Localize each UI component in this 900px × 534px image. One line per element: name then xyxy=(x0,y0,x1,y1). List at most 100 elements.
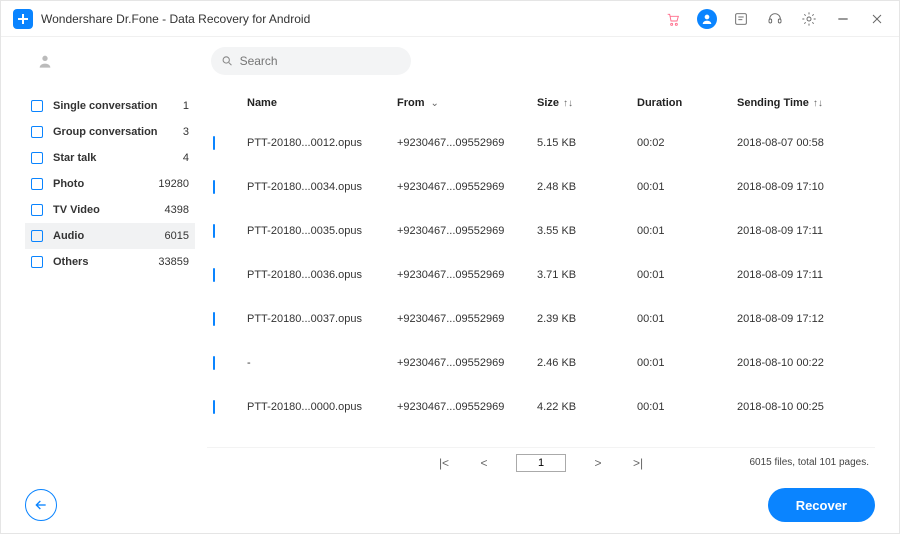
row-checkbox[interactable] xyxy=(213,224,215,238)
col-header-from[interactable]: From ⌄ xyxy=(397,97,537,109)
checkbox[interactable] xyxy=(31,256,43,268)
col-header-size-label: Size xyxy=(537,97,559,109)
sidebar-item-audio[interactable]: Audio 6015 xyxy=(25,223,195,249)
sort-icon: ↑↓ xyxy=(813,98,823,109)
cell-duration: 00:01 xyxy=(637,181,737,193)
titlebar: Wondershare Dr.Fone - Data Recovery for … xyxy=(1,1,899,37)
row-checkbox[interactable] xyxy=(213,268,215,282)
sidebar-item-star-talk[interactable]: Star talk 4 xyxy=(25,145,195,171)
sidebar-item-count: 19280 xyxy=(158,178,189,190)
sidebar-item-photo[interactable]: Photo 19280 xyxy=(25,171,195,197)
cell-from: +9230467...09552969 xyxy=(397,401,537,413)
checkbox[interactable] xyxy=(31,126,43,138)
pager-page-input[interactable] xyxy=(516,454,566,472)
sidebar-item-count: 1 xyxy=(183,100,189,112)
titlebar-icons xyxy=(663,9,887,29)
cell-duration: 00:01 xyxy=(637,269,737,281)
footer: Recover xyxy=(1,477,899,533)
cell-name: PTT-20180...0012.opus xyxy=(247,137,397,149)
cart-icon[interactable] xyxy=(663,9,683,29)
table-row[interactable]: PTT-20180...0000.opus +9230467...0955296… xyxy=(207,385,875,429)
sidebar-item-tv-video[interactable]: TV Video 4398 xyxy=(25,197,195,223)
col-header-time-label: Sending Time xyxy=(737,97,809,109)
row-checkbox[interactable] xyxy=(213,400,215,414)
pager-first-icon[interactable]: |< xyxy=(436,456,452,470)
table-row[interactable]: PTT-20180...0012.opus +9230467...0955296… xyxy=(207,121,875,165)
sidebar-item-others[interactable]: Others 33859 xyxy=(25,249,195,275)
cell-sending-time: 2018-08-07 00:58 xyxy=(737,137,869,149)
checkbox[interactable] xyxy=(31,178,43,190)
pager: |< < > >| 6015 files, total 101 pages. xyxy=(207,447,875,477)
col-header-from-label: From xyxy=(397,97,425,109)
table-row[interactable]: - +9230467...09552969 2.46 KB 00:01 2018… xyxy=(207,341,875,385)
col-header-sending-time[interactable]: Sending Time ↑↓ xyxy=(737,97,869,109)
search-icon xyxy=(221,54,234,68)
table-header: Name From ⌄ Size ↑↓ Duration Sending Tim… xyxy=(207,85,875,121)
sidebar-item-count: 3 xyxy=(183,126,189,138)
profile-icon[interactable] xyxy=(35,51,55,71)
sidebar-item-label: Photo xyxy=(53,178,158,190)
cell-from: +9230467...09552969 xyxy=(397,137,537,149)
search-input[interactable] xyxy=(240,54,401,68)
pager-last-icon[interactable]: >| xyxy=(630,456,646,470)
cell-name: PTT-20180...0037.opus xyxy=(247,313,397,325)
cell-size: 2.39 KB xyxy=(537,313,637,325)
checkbox[interactable] xyxy=(31,152,43,164)
pager-prev-icon[interactable]: < xyxy=(476,456,492,470)
cell-name: PTT-20180...0035.opus xyxy=(247,225,397,237)
row-checkbox[interactable] xyxy=(213,356,215,370)
toolbar-row xyxy=(1,37,899,85)
back-button[interactable] xyxy=(25,489,57,521)
table-row[interactable]: PTT-20180...0035.opus +9230467...0955296… xyxy=(207,209,875,253)
table-body: PTT-20180...0012.opus +9230467...0955296… xyxy=(207,121,875,445)
cell-from: +9230467...09552969 xyxy=(397,225,537,237)
pager-next-icon[interactable]: > xyxy=(590,456,606,470)
table-row[interactable]: PTT-20180...0037.opus +9230467...0955296… xyxy=(207,297,875,341)
row-checkbox[interactable] xyxy=(213,312,215,326)
checkbox[interactable] xyxy=(31,100,43,112)
sidebar: Single conversation 1 Group conversation… xyxy=(25,85,195,477)
sidebar-item-label: Star talk xyxy=(53,152,183,164)
feedback-icon[interactable] xyxy=(731,9,751,29)
sidebar-item-count: 4398 xyxy=(165,204,189,216)
sidebar-item-single-conversation[interactable]: Single conversation 1 xyxy=(25,93,195,119)
sidebar-item-group-conversation[interactable]: Group conversation 3 xyxy=(25,119,195,145)
checkbox[interactable] xyxy=(31,204,43,216)
cell-name: PTT-20180...0034.opus xyxy=(247,181,397,193)
row-checkbox[interactable] xyxy=(213,180,215,194)
sidebar-item-count: 33859 xyxy=(158,256,189,268)
search-box[interactable] xyxy=(211,47,411,75)
table-row[interactable]: PTT-20180...0034.opus +9230467...0955296… xyxy=(207,165,875,209)
cell-sending-time: 2018-08-09 17:10 xyxy=(737,181,869,193)
chevron-down-icon: ⌄ xyxy=(431,98,439,109)
settings-icon[interactable] xyxy=(799,9,819,29)
file-table: Name From ⌄ Size ↑↓ Duration Sending Tim… xyxy=(207,85,875,477)
cell-from: +9230467...09552969 xyxy=(397,181,537,193)
cell-sending-time: 2018-08-09 17:11 xyxy=(737,225,869,237)
cell-duration: 00:01 xyxy=(637,225,737,237)
row-checkbox[interactable] xyxy=(213,136,215,150)
support-icon[interactable] xyxy=(765,9,785,29)
checkbox[interactable] xyxy=(31,230,43,242)
cell-size: 5.15 KB xyxy=(537,137,637,149)
sidebar-item-label: Audio xyxy=(53,230,165,242)
app-logo xyxy=(13,9,33,29)
cell-size: 4.22 KB xyxy=(537,401,637,413)
cell-size: 2.48 KB xyxy=(537,181,637,193)
cell-duration: 00:01 xyxy=(637,401,737,413)
window-title: Wondershare Dr.Fone - Data Recovery for … xyxy=(41,12,663,26)
sidebar-item-label: TV Video xyxy=(53,204,165,216)
cell-from: +9230467...09552969 xyxy=(397,357,537,369)
user-icon[interactable] xyxy=(697,9,717,29)
sidebar-item-count: 4 xyxy=(183,152,189,164)
close-icon[interactable] xyxy=(867,9,887,29)
sort-icon: ↑↓ xyxy=(563,98,573,109)
col-header-duration[interactable]: Duration xyxy=(637,97,737,109)
sidebar-item-count: 6015 xyxy=(165,230,189,242)
minimize-icon[interactable] xyxy=(833,9,853,29)
col-header-name[interactable]: Name xyxy=(247,97,397,109)
table-row[interactable]: PTT-20180...0036.opus +9230467...0955296… xyxy=(207,253,875,297)
cell-size: 3.55 KB xyxy=(537,225,637,237)
col-header-size[interactable]: Size ↑↓ xyxy=(537,97,637,109)
recover-button[interactable]: Recover xyxy=(768,488,875,522)
